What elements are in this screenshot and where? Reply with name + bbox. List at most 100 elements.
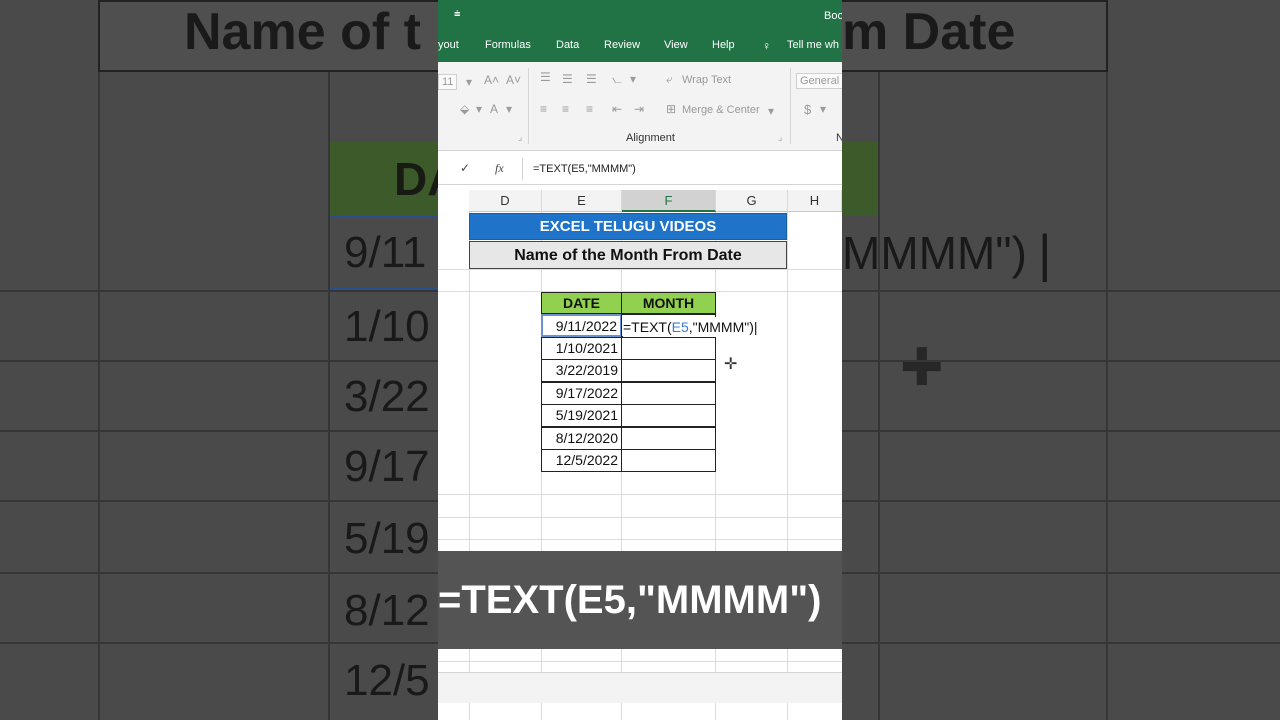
gridline (438, 539, 842, 540)
date-cell[interactable]: 12/5/2022 (541, 449, 622, 472)
font-size-dropdown-icon[interactable]: ▾ (466, 75, 472, 89)
background-date: 3/22 (344, 372, 430, 421)
number-group-label-partial: N (836, 132, 842, 144)
decrease-indent-icon[interactable]: ⇤ (612, 102, 622, 116)
month-cell[interactable] (621, 449, 716, 472)
month-cell[interactable] (621, 359, 716, 382)
tab-help[interactable]: Help (712, 39, 735, 51)
in-cell-formula-editor[interactable]: =TEXT(E5,"MMMM")| (623, 317, 758, 337)
tab-formulas[interactable]: Formulas (485, 39, 531, 51)
header-month[interactable]: MONTH (621, 292, 716, 314)
merge-icon[interactable]: ⊞ (666, 102, 676, 116)
fill-color-dropdown-icon[interactable]: ▾ (476, 102, 482, 116)
number-format-select[interactable]: General (796, 73, 842, 89)
enter-check-icon[interactable]: ✓ (460, 161, 470, 175)
tell-me-search[interactable]: Tell me wh (787, 39, 839, 51)
month-cell[interactable] (621, 382, 716, 405)
background-banner-right: m Date (842, 3, 1016, 61)
align-bottom-icon[interactable]: ☰ (586, 72, 597, 86)
quick-access-dropdown-icon[interactable]: ⩧ (454, 8, 460, 21)
excel-window: ⩧ Boo yout Formulas Data Review View Hel… (438, 0, 842, 720)
align-right-icon[interactable]: ≡ (586, 102, 593, 116)
decrease-font-icon[interactable]: A˅ (506, 73, 521, 87)
alignment-group-label: Alignment (626, 132, 675, 144)
header-date[interactable]: DATE (541, 292, 622, 314)
align-middle-icon[interactable]: ☰ (562, 72, 573, 86)
formula-suffix: ,"MMMM") (688, 319, 754, 335)
gridline (438, 517, 842, 518)
date-cell[interactable]: 1/10/2021 (541, 337, 622, 360)
gridline (438, 661, 842, 662)
font-color-dropdown-icon[interactable]: ▾ (506, 102, 512, 116)
merge-center-button[interactable]: Merge & Center (682, 104, 760, 116)
date-cell[interactable]: 8/12/2020 (541, 427, 622, 450)
tab-page-layout[interactable]: yout (438, 39, 459, 51)
month-cell[interactable] (621, 427, 716, 450)
currency-dropdown-icon[interactable]: ▾ (820, 102, 826, 116)
font-size-select[interactable]: 11 (438, 74, 458, 90)
status-bar (438, 672, 842, 703)
currency-button[interactable]: $ (804, 102, 811, 117)
background-formula-tail: MMMM") (842, 227, 1027, 279)
ribbon-tab-bar: ⩧ Boo yout Formulas Data Review View Hel… (438, 0, 842, 62)
text-cursor: | (753, 319, 758, 335)
font-color-icon[interactable]: A (490, 102, 498, 116)
align-top-icon[interactable]: ☰ (540, 70, 551, 84)
tab-data[interactable]: Data (556, 39, 579, 51)
ribbon-home-panel: 11 ▾ A˄ A˅ ⬙ ▾ A ▾ ☰ ☰ ☰ ⦦ ▾ ⤶ Wrap Text… (438, 62, 842, 151)
date-cell-e5[interactable]: 9/11/2022 (541, 314, 622, 337)
wrap-text-button[interactable]: Wrap Text (682, 74, 731, 86)
background-date: 8/12 (344, 586, 430, 635)
column-header-e[interactable]: E (542, 190, 622, 212)
lightbulb-icon: ♀ (762, 39, 771, 53)
background-gridline (1106, 72, 1108, 720)
sheet-title[interactable]: EXCEL TELUGU VIDEOS (469, 213, 787, 240)
date-cell[interactable]: 3/22/2019 (541, 359, 622, 382)
month-cell[interactable] (621, 404, 716, 427)
formula-bar: ✓ fx =TEXT(E5,"MMMM") (438, 156, 842, 185)
gridline (438, 269, 842, 270)
tab-view[interactable]: View (664, 39, 688, 51)
increase-indent-icon[interactable]: ⇥ (634, 102, 644, 116)
month-cell[interactable] (621, 337, 716, 360)
sheet-subtitle[interactable]: Name of the Month From Date (469, 241, 787, 269)
cell-cursor-icon: ✛ (724, 356, 738, 373)
background-date: 12/5 (344, 656, 430, 705)
date-cell[interactable]: 5/19/2021 (541, 404, 622, 427)
column-header-d[interactable]: D (469, 190, 542, 212)
background-gridline (328, 72, 330, 720)
formula-cell-reference: E5 (671, 319, 689, 335)
date-cell[interactable]: 9/17/2022 (541, 382, 622, 405)
tab-review[interactable]: Review (604, 39, 640, 51)
background-date: 5/19 (344, 514, 430, 563)
formula-input[interactable]: =TEXT(E5,"MMMM") (522, 158, 842, 180)
background-banner-left: Name of t (184, 3, 421, 61)
fill-color-icon[interactable]: ⬙ (460, 102, 469, 116)
column-header-f[interactable]: F (622, 190, 716, 212)
column-header-h[interactable]: H (788, 190, 842, 212)
insert-function-icon[interactable]: fx (495, 161, 504, 176)
alignment-dialog-launcher-icon[interactable]: ⌟ (778, 132, 782, 143)
increase-font-icon[interactable]: A˄ (484, 73, 499, 87)
gridline (438, 494, 842, 495)
background-date: 9/11 (344, 228, 427, 277)
font-dialog-launcher-icon[interactable]: ⌟ (518, 132, 522, 143)
background-gridline (98, 72, 100, 720)
column-header-g[interactable]: G (716, 190, 788, 212)
merge-dropdown-icon[interactable]: ▾ (768, 104, 774, 118)
background-gridline (878, 72, 880, 720)
group-divider (790, 68, 791, 144)
orientation-icon[interactable]: ⦦ (612, 72, 622, 87)
orientation-dropdown-icon[interactable]: ▾ (630, 72, 636, 86)
background-cross-cursor: ✚ (900, 339, 944, 397)
wrap-text-icon[interactable]: ⤶ (666, 72, 673, 87)
background-date: 1/10 (344, 302, 430, 351)
background-date: 9/17 (344, 442, 430, 491)
align-left-icon[interactable]: ≡ (540, 102, 547, 116)
workbook-title: Boo (824, 10, 842, 22)
background-cursor: | (1038, 225, 1052, 283)
align-center-icon[interactable]: ≡ (562, 102, 569, 116)
formula-caption-overlay: =TEXT(E5,"MMMM") (438, 551, 842, 649)
formula-prefix: =TEXT( (623, 319, 672, 335)
group-divider (528, 68, 529, 144)
